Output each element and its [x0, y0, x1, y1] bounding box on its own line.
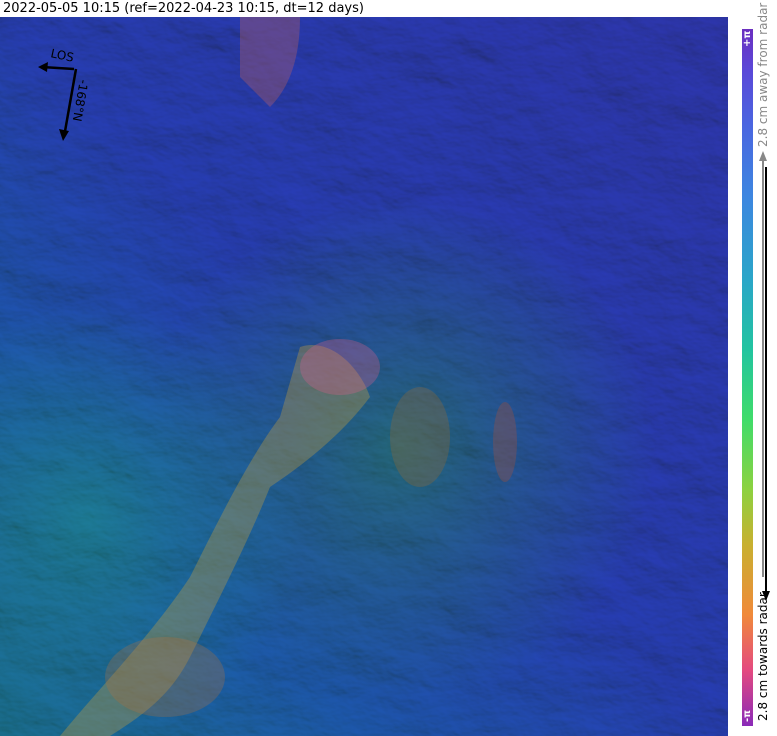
noise-streak — [493, 402, 517, 482]
figure-title: 2022-05-05 10:15 (ref=2022-04-23 10:15, … — [3, 1, 364, 16]
noise-bottom — [105, 637, 225, 717]
colorbar-panel: +π -π 2.8 cm away from radar 2.8 cm towa… — [728, 3, 777, 736]
noise-center — [300, 339, 380, 395]
towards-arrowhead — [762, 591, 770, 601]
noise-east — [390, 387, 450, 487]
interferogram-map: LOS -168°N — [0, 17, 728, 736]
interferogram-image: LOS -168°N — [0, 17, 728, 736]
colorbar-arrows — [759, 151, 770, 601]
